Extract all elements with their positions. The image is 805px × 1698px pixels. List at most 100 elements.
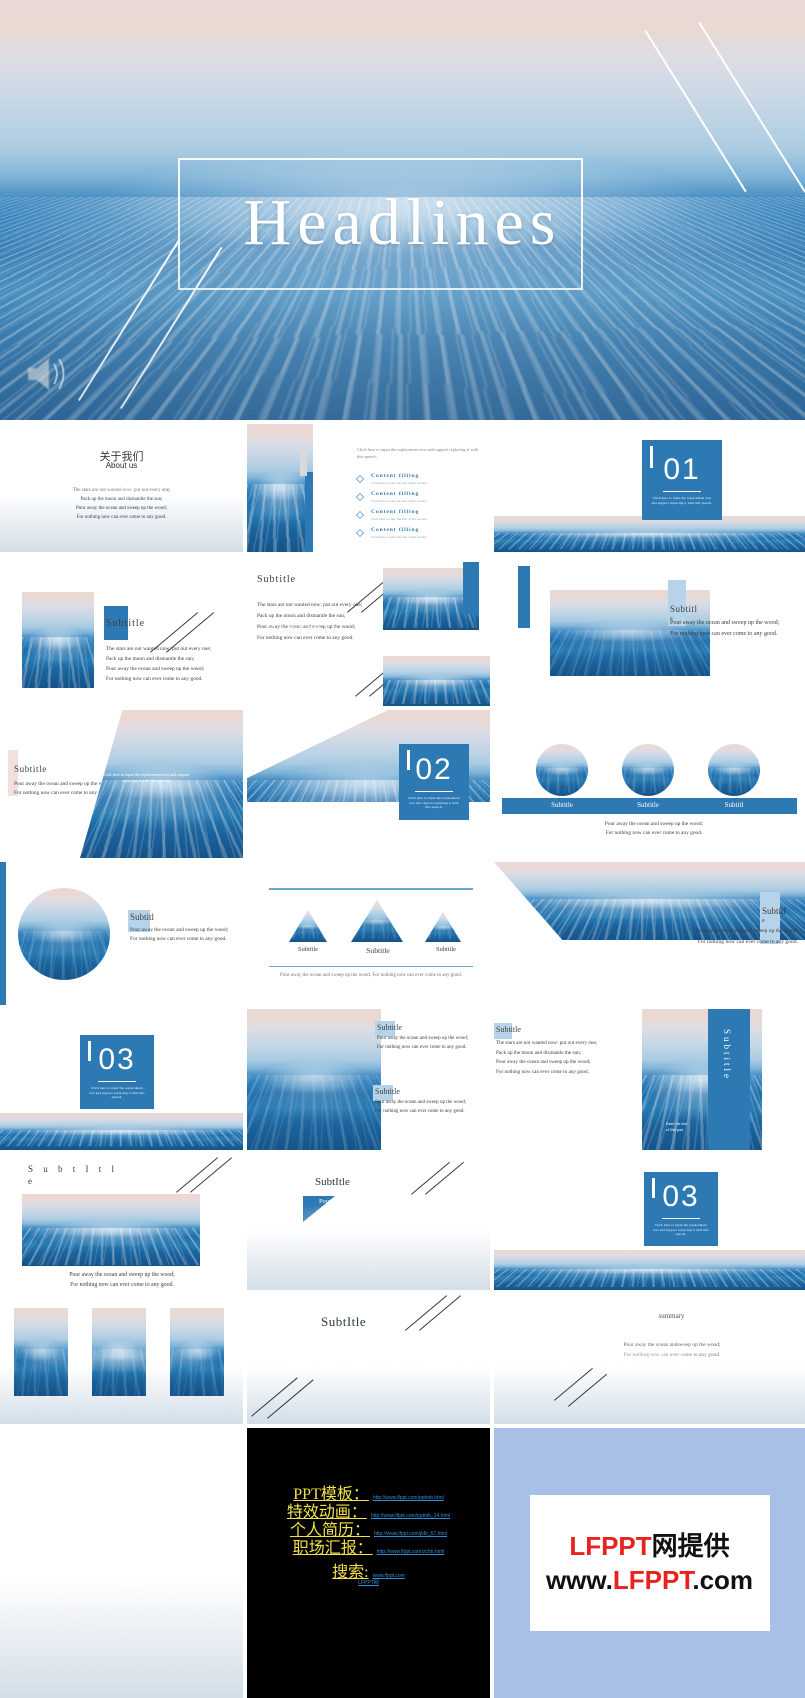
slide-three-circles[interactable]: Subtitle Subtitle Subtitl Pour away the … bbox=[494, 710, 805, 858]
two-subtitles-title-1: Subtitle bbox=[377, 1023, 402, 1032]
section-01-tick bbox=[650, 446, 653, 468]
slide-about-us[interactable]: 关于我们 About us The stars are not wanted n… bbox=[0, 424, 243, 552]
hero-slide: Headlines bbox=[0, 0, 805, 420]
subtitle-right-body: Pour away the ocean and sweep up the woo… bbox=[670, 620, 780, 637]
divider bbox=[98, 1081, 136, 1083]
subtitle-right-accent bbox=[518, 566, 530, 628]
headline-card-image-1 bbox=[14, 1308, 68, 1396]
slide-polygon-right[interactable]: Subtitl e Pour away the ocean and sweep … bbox=[494, 862, 805, 1005]
decor-diagonal-line bbox=[411, 1161, 450, 1195]
slide-arrow-subtitle[interactable]: SubtItle Pour away the ocean and sweep u… bbox=[247, 1154, 490, 1290]
slide-section-03b[interactable]: 03 Click here to input the replacement t… bbox=[494, 1154, 805, 1290]
slide-lfppt-logo[interactable]: LFPPT网提供 www.LFPPT.com bbox=[494, 1428, 805, 1698]
polygon-right-body: Pour away the ocean and sweep up the woo… bbox=[696, 928, 798, 945]
contents-item-4-label[interactable]: Content filling bbox=[371, 527, 419, 533]
arrow-pointer-icon bbox=[303, 1196, 335, 1222]
search-site-row[interactable]: LFPPT网 bbox=[247, 1571, 490, 1589]
hero-title: Headlines bbox=[243, 186, 562, 259]
section-03-number-box: 03 Click here to input the replacement t… bbox=[80, 1035, 154, 1109]
slide-thank-you[interactable]: Thank you bbox=[0, 1428, 243, 1698]
polygon-right-title: Subtitl bbox=[762, 906, 787, 916]
summary-body: Pour away the ocean andsweep up the wood… bbox=[623, 1342, 721, 1358]
lfppt-logo-suffix: 网提供 bbox=[651, 1531, 730, 1561]
link-row-4[interactable]: 职场汇报： http://www.lfppt.com/zchb.html bbox=[247, 1534, 490, 1558]
lfppt-url-prefix: www. bbox=[545, 1565, 613, 1595]
section-03b-number-box: 03 Click here to input the replacement t… bbox=[644, 1172, 718, 1246]
hero-title-frame bbox=[178, 158, 583, 290]
divider bbox=[415, 791, 453, 793]
slide-section-01[interactable]: 01 Click here to input the replacement t… bbox=[494, 424, 805, 552]
contents-item-1-label[interactable]: Content filling bbox=[371, 473, 419, 479]
slide-section-03[interactable]: 03 Click here to input the replacement t… bbox=[0, 1009, 243, 1150]
triangles-caption: Pour away the ocean and sweep up the woo… bbox=[280, 973, 462, 978]
lfppt-logo-line-2: www.LFPPT.com bbox=[546, 1563, 753, 1597]
vertical-subtitle-label: Subtitle bbox=[722, 1029, 732, 1082]
speaker-icon[interactable] bbox=[24, 352, 72, 396]
circle-label-1: Subtitle bbox=[551, 801, 573, 809]
spaced-subtitle-title-tail: e bbox=[28, 1176, 32, 1186]
triangle-image-2 bbox=[351, 900, 403, 942]
slide-resource-links[interactable]: PPT模板： http://www.lfppt.com/pptmb.html 特… bbox=[247, 1428, 490, 1698]
section-03b-tick bbox=[652, 1178, 655, 1198]
subtitle-left-body: The stars are not wanted now: put out ev… bbox=[106, 646, 212, 682]
slide-circle-subtitle[interactable]: Subtitl Pour away the ocean and sweep up… bbox=[0, 862, 243, 1005]
summary-overlay bbox=[538, 1294, 805, 1404]
divider bbox=[663, 491, 701, 493]
decor-diagonal-line bbox=[18, 1468, 80, 1521]
slide-section-02[interactable]: 02 Click here to input the replacement t… bbox=[247, 710, 490, 858]
section-02-tick bbox=[407, 750, 410, 770]
headline-card-image-3 bbox=[170, 1308, 224, 1396]
subtitle-left-title: Subtitle bbox=[106, 618, 146, 629]
triangle-label-3: Subtitle bbox=[436, 946, 456, 953]
diamond-bullet-icon bbox=[355, 510, 365, 520]
slide-subtitle-overlay[interactable]: SubtItle Pour away the ocean and sweep u… bbox=[247, 1294, 490, 1424]
arrow-subtitle-overlay bbox=[247, 1154, 490, 1290]
contents-lead-text: Click here to input the replacement text… bbox=[357, 447, 479, 459]
search-site[interactable]: LFPPT网 bbox=[358, 1580, 379, 1586]
link-label-4[interactable]: 职场汇报： bbox=[293, 1540, 373, 1557]
decor-diagonal-line bbox=[251, 1377, 298, 1417]
about-title-en: About us bbox=[105, 461, 138, 470]
contents-item-1-sub: Click here to enter the text of this sec… bbox=[371, 481, 427, 485]
polygon-left-caption: Click here to input the replacement text… bbox=[102, 772, 190, 784]
section-02-number: 02 bbox=[415, 753, 453, 787]
slide-subtitle-center[interactable]: Subtitle The stars are not wanted now: p… bbox=[247, 556, 490, 706]
slide-spaced-subtitle[interactable]: S u b t I t l e Pour away the ocean and … bbox=[0, 1154, 243, 1290]
arrow-subtitle-title: SubtItle bbox=[315, 1176, 350, 1188]
headline-card-label-1: Headlines bbox=[29, 1398, 53, 1404]
contents-item-3-label[interactable]: Content filling bbox=[371, 509, 419, 515]
section-03-tick bbox=[88, 1041, 91, 1061]
subtitle-center-title: Subtitle bbox=[257, 574, 297, 585]
triangle-image-3 bbox=[425, 912, 461, 942]
slide-subtitle-left[interactable]: Subtitle The stars are not wanted now: p… bbox=[0, 556, 243, 706]
section-03-bottom-image bbox=[0, 1113, 243, 1150]
vertical-subtitle-body: The stars are not wanted now: put out ev… bbox=[496, 1040, 598, 1075]
slide-two-subtitles[interactable]: Subtitle Pour away the ocean and sweep u… bbox=[247, 1009, 490, 1150]
slide-subtitle-right[interactable]: Subtitl e Pour away the ocean and sweep … bbox=[494, 556, 805, 706]
slide-vertical-subtitle[interactable]: Subtitle The stars are not wanted now: p… bbox=[494, 1009, 805, 1150]
contents-item-2-label[interactable]: Content filling bbox=[371, 491, 419, 497]
triangle-image-1 bbox=[289, 910, 327, 942]
link-url-4[interactable]: http://www.lfppt.com/zchb.html bbox=[377, 1549, 445, 1555]
slide-headline-cards[interactable]: Headlines Headlines Headlines bbox=[0, 1294, 243, 1424]
diamond-bullet-icon bbox=[355, 474, 365, 484]
slide-three-triangles[interactable]: Subtitle Subtitle Subtitle Pour away the… bbox=[247, 862, 490, 1005]
subtitle-center-watermark: contents bbox=[269, 622, 340, 637]
subtitle-overlay-body: Pour away the ocean and sweep up the woo… bbox=[325, 1338, 419, 1393]
vertical-enter-text: Enter the text of this part bbox=[666, 1121, 688, 1132]
summary-title: summary bbox=[658, 1312, 685, 1320]
circles-body: Pour away the ocean and sweep up the woo… bbox=[604, 821, 704, 836]
section-03-number: 03 bbox=[98, 1043, 136, 1077]
section-01-bottom-image bbox=[494, 516, 805, 552]
slide-summary[interactable]: summary Pour away the ocean andsweep up … bbox=[494, 1294, 805, 1424]
two-subtitles-title-2: Subtitle bbox=[375, 1087, 400, 1096]
circle-label-2: Subtitle bbox=[637, 801, 659, 809]
contents-accent-bar bbox=[305, 472, 313, 552]
arrow-subtitle-body: Pour away the ocean and sweep up the woo… bbox=[319, 1198, 401, 1228]
contents-grey-tick bbox=[300, 446, 307, 476]
section-03-caption: Click here to input the replacement text… bbox=[89, 1086, 145, 1100]
slide-contents[interactable]: Click here to input the replacement text… bbox=[247, 424, 490, 552]
circle-image-3 bbox=[708, 744, 760, 796]
spaced-subtitle-image bbox=[22, 1194, 200, 1266]
slide-polygon-left[interactable]: Subtitle Pour away the ocean and sweep u… bbox=[0, 710, 243, 858]
